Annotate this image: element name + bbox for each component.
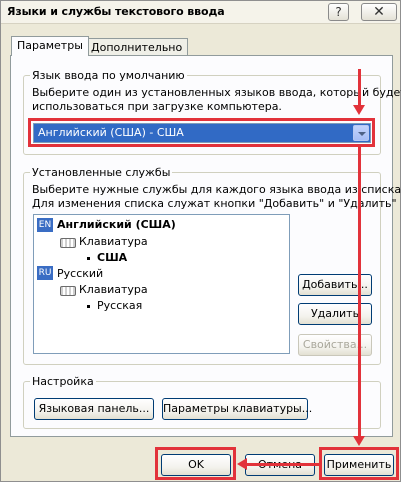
installed-services-description-2: Для изменения списка служат кнопки "Доба…: [32, 197, 397, 210]
dialog-window: Языки и службы текстового ввода ? ✕ Пара…: [0, 0, 401, 482]
tree-item-keyboard-en[interactable]: Клавиатура: [79, 235, 148, 248]
tree-item-english[interactable]: Английский (США): [57, 218, 176, 231]
bullet-icon: [87, 305, 90, 308]
tree-item-layout-us[interactable]: США: [97, 251, 127, 264]
dropdown-highlight-box: [28, 118, 375, 147]
arrow-down-icon: [353, 436, 365, 446]
apply-highlight-box: [319, 447, 399, 480]
keyboard-settings-button[interactable]: Параметры клавиатуры...: [162, 398, 312, 420]
ok-highlight-box: [155, 447, 236, 480]
arrow-left-icon: [237, 458, 247, 470]
settings-group-title: Настройка: [30, 375, 96, 388]
help-button[interactable]: ?: [328, 3, 349, 21]
keyboard-icon: [60, 286, 76, 296]
title-bar: Языки и службы текстового ввода ? ✕: [1, 1, 400, 24]
tab-advanced[interactable]: Дополнительно: [85, 38, 189, 56]
tab-parameters[interactable]: Параметры: [11, 36, 89, 56]
installed-services-group-title: Установленные службы: [30, 166, 173, 179]
bullet-icon: [87, 257, 90, 260]
default-language-group-title: Язык ввода по умолчанию: [30, 69, 187, 82]
arrow-down-icon: [353, 105, 365, 115]
keyboard-icon: [60, 238, 76, 248]
ru-language-icon: RU: [37, 266, 53, 280]
annotation-arrow-line: [246, 463, 319, 466]
language-bar-button[interactable]: Языковая панель...: [34, 398, 154, 420]
tree-item-keyboard-ru[interactable]: Клавиатура: [79, 283, 148, 296]
tree-item-russian[interactable]: Русский: [57, 267, 103, 280]
close-button[interactable]: ✕: [361, 3, 397, 21]
tree-item-layout-ru[interactable]: Русская: [97, 299, 142, 312]
annotation-arrow-line: [358, 147, 361, 437]
services-tree[interactable]: EN Английский (США) Клавиатура США RU Ру…: [33, 214, 290, 354]
installed-services-description-1: Выберите нужные службы для каждого языка…: [32, 183, 401, 196]
annotation-arrow-line: [358, 69, 361, 106]
en-language-icon: EN: [37, 218, 53, 232]
default-language-description-1: Выберите один из установленных языков вв…: [32, 86, 401, 99]
default-language-description-2: использоваться при загрузке компьютера.: [32, 100, 282, 113]
window-title: Языки и службы текстового ввода: [7, 5, 225, 18]
